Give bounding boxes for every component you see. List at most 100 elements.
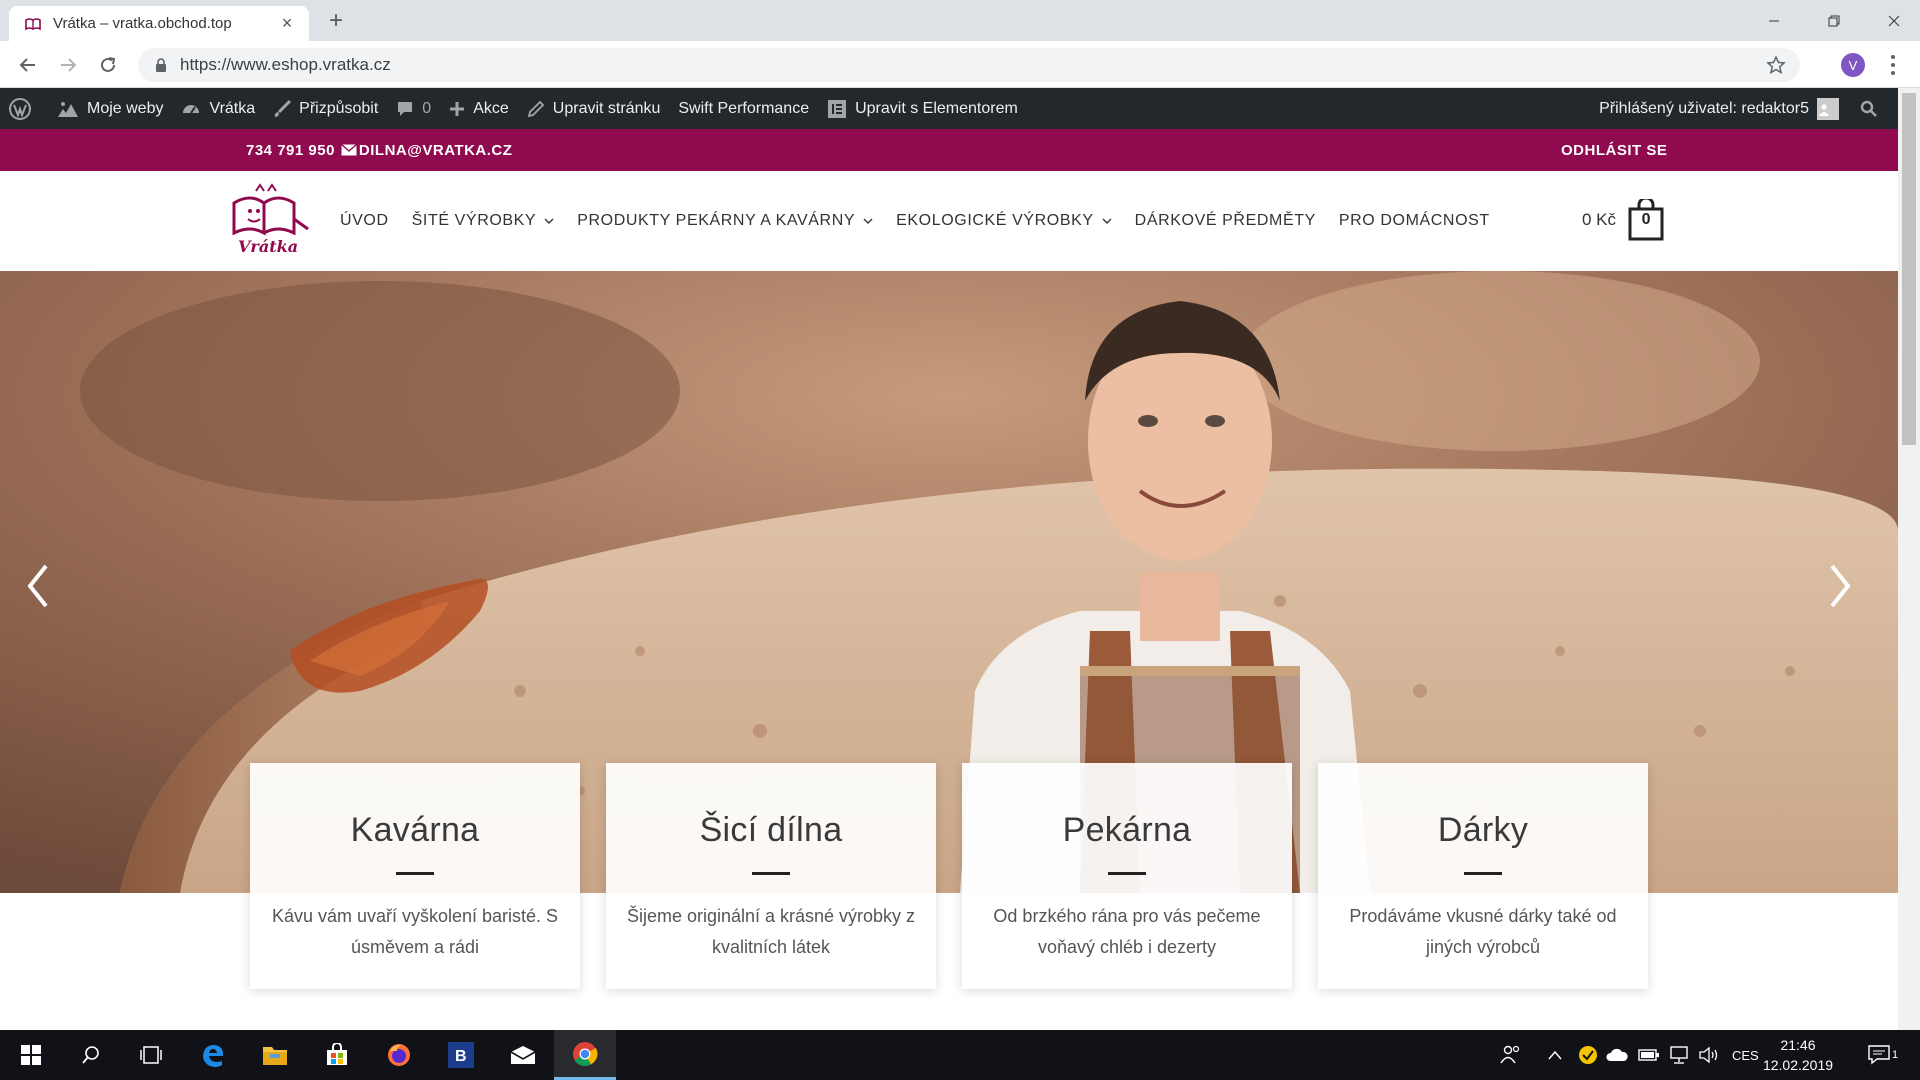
- slider-prev-icon[interactable]: [18, 561, 58, 611]
- page-scrollbar[interactable]: [1898, 88, 1920, 1030]
- nav-item-ekologicke-vyrobky[interactable]: EKOLOGICKÉ VÝROBKY: [896, 212, 1112, 230]
- network-icon[interactable]: [1668, 1030, 1690, 1080]
- admin-bar-account[interactable]: Přihlášený uživatel: redaktor5: [1590, 88, 1848, 129]
- card-divider: [1108, 872, 1146, 875]
- admin-bar-new-content[interactable]: Akce: [440, 88, 518, 129]
- card-text: Prodáváme vkusné dárky také od jiných vý…: [1349, 906, 1617, 957]
- admin-search-icon[interactable]: [1848, 88, 1898, 129]
- dashboard-icon: [183, 104, 200, 114]
- phone-link[interactable]: 734 791 950: [246, 142, 335, 159]
- edge-browser-icon[interactable]: [182, 1030, 244, 1080]
- nav-label: EKOLOGICKÉ VÝROBKY: [896, 212, 1094, 229]
- nav-label: PRODUKTY PEKÁRNY A KAVÁRNY: [577, 212, 856, 229]
- comment-icon: [398, 101, 413, 116]
- new-tab-button[interactable]: +: [322, 8, 350, 36]
- nav-item-darkove-predmety[interactable]: DÁRKOVÉ PŘEDMĚTY: [1135, 212, 1316, 230]
- admin-bar-my-sites[interactable]: Moje weby: [48, 88, 172, 129]
- card-divider: [752, 872, 790, 875]
- browser-tab[interactable]: Vrátka – vratka.obchod.top ×: [9, 6, 309, 41]
- chevron-up-icon[interactable]: [1548, 1030, 1562, 1080]
- logged-in-user-label: Přihlášený uživatel: redaktor5: [1599, 99, 1809, 117]
- file-explorer-icon[interactable]: [244, 1030, 306, 1080]
- bookmark-star-icon[interactable]: [1766, 55, 1786, 75]
- back-icon[interactable]: [12, 49, 44, 81]
- mail-app-icon[interactable]: [492, 1030, 554, 1080]
- nav-item-produkty-pekarny[interactable]: PRODUKTY PEKÁRNY A KAVÁRNY: [577, 212, 873, 230]
- comments-count: 0: [422, 99, 432, 117]
- site-name-label: Vrátka: [209, 99, 256, 117]
- main-navigation: ÚVOD ŠITÉ VÝROBKY PRODUKTY PEKÁRNY A KAV…: [340, 171, 1513, 271]
- language-indicator[interactable]: CES: [1732, 1030, 1759, 1080]
- site-header: Vrátka ÚVOD ŠITÉ VÝROBKY PRODUKTY PEKÁRN…: [0, 171, 1898, 271]
- card-title: Dárky: [1437, 811, 1529, 849]
- chevron-down-icon: [1102, 218, 1112, 224]
- b-app-icon[interactable]: B: [430, 1030, 492, 1080]
- card-divider: [1464, 872, 1502, 875]
- plus-icon: [450, 101, 465, 116]
- admin-bar-edit-page[interactable]: Upravit stránku: [518, 88, 670, 129]
- tab-title: Vrátka – vratka.obchod.top: [53, 15, 232, 32]
- card-divider: [396, 872, 434, 875]
- admin-bar-elementor[interactable]: Upravit s Elementorem: [818, 88, 1027, 129]
- people-icon[interactable]: [1500, 1030, 1522, 1080]
- norton-icon[interactable]: [1578, 1030, 1598, 1080]
- site-logo[interactable]: Vrátka: [228, 181, 318, 261]
- feature-card-pekarna[interactable]: Pekárna Od brzkého rána pro vás pečeme v…: [962, 763, 1292, 989]
- reload-icon[interactable]: [92, 49, 124, 81]
- brush-icon: [274, 99, 292, 117]
- feature-card-kavarna[interactable]: Kavárna Kávu vám uvaří vyškolení baristé…: [250, 763, 580, 989]
- admin-bar-swift-performance[interactable]: Swift Performance: [669, 88, 818, 129]
- firefox-icon[interactable]: [368, 1030, 430, 1080]
- maximize-icon[interactable]: [1804, 0, 1864, 41]
- clock-date: 12.02.2019: [1762, 1057, 1834, 1073]
- store-icon[interactable]: [306, 1030, 368, 1080]
- card-title: Kavárna: [350, 811, 480, 849]
- chrome-taskbar-icon[interactable]: [554, 1030, 616, 1080]
- action-center-icon[interactable]: 1: [1868, 1030, 1898, 1080]
- address-bar[interactable]: https://www.eshop.vratka.cz: [138, 48, 1800, 82]
- sites-icon: [58, 101, 78, 117]
- admin-bar-site-name[interactable]: Vrátka: [172, 88, 264, 129]
- swift-performance-label: Swift Performance: [678, 99, 810, 117]
- nav-item-site-vyrobky[interactable]: ŠITÉ VÝROBKY: [412, 212, 555, 230]
- volume-icon[interactable]: [1698, 1030, 1720, 1080]
- admin-bar-customize[interactable]: Přizpůsobit: [264, 88, 387, 129]
- nav-label: ÚVOD: [340, 212, 389, 229]
- close-window-icon[interactable]: [1864, 0, 1920, 41]
- nav-item-pro-domacnost[interactable]: PRO DOMÁCNOST: [1339, 212, 1490, 230]
- nav-item-uvod[interactable]: ÚVOD: [340, 212, 389, 230]
- browser-toolbar: https://www.eshop.vratka.cz V: [0, 41, 1920, 88]
- search-icon[interactable]: [60, 1030, 122, 1080]
- task-view-icon[interactable]: [120, 1030, 182, 1080]
- feature-card-darky[interactable]: Dárky Prodáváme vkusné dárky také od jin…: [1318, 763, 1648, 989]
- admin-bar-comments[interactable]: 0: [387, 88, 440, 129]
- scrollbar-thumb[interactable]: [1902, 93, 1916, 445]
- chevron-down-icon: [544, 218, 554, 224]
- system-clock[interactable]: 21:46 12.02.2019: [1758, 1035, 1838, 1075]
- logout-link[interactable]: ODHLÁSIT SE: [1561, 129, 1667, 171]
- customize-label: Přizpůsobit: [299, 99, 379, 117]
- forward-icon[interactable]: [52, 49, 84, 81]
- minimize-icon[interactable]: [1744, 0, 1804, 41]
- browser-menu-icon[interactable]: [1890, 55, 1896, 75]
- vratka-favicon-icon: [23, 14, 43, 34]
- cart-button[interactable]: 0 Kč 0: [1582, 199, 1664, 241]
- card-title: Pekárna: [1062, 811, 1192, 849]
- pencil-icon: [527, 100, 545, 117]
- nav-label: DÁRKOVÉ PŘEDMĚTY: [1134, 212, 1316, 229]
- email-link[interactable]: DILNA@VRATKA.CZ: [359, 142, 513, 159]
- onedrive-cloud-icon[interactable]: [1606, 1030, 1628, 1080]
- tab-close-icon[interactable]: ×: [277, 13, 297, 34]
- profile-avatar[interactable]: V: [1841, 53, 1865, 77]
- feature-card-sici-dilna[interactable]: Šicí dílna Šijeme originální a krásné vý…: [606, 763, 936, 989]
- battery-icon[interactable]: [1638, 1030, 1660, 1080]
- wordpress-logo-icon[interactable]: [0, 88, 48, 129]
- windows-start-icon[interactable]: [0, 1030, 62, 1080]
- slider-next-icon[interactable]: [1820, 561, 1860, 611]
- notification-count: 1: [1892, 1049, 1899, 1061]
- logo-text: Vrátka: [238, 237, 299, 256]
- new-content-label: Akce: [473, 99, 509, 117]
- chevron-down-icon: [863, 218, 873, 224]
- wp-admin-bar: Moje weby Vrátka Přizpůsobit 0 Akce Upra…: [0, 88, 1898, 129]
- contact-bar: 734 791 950 DILNA@VRATKA.CZ ODHLÁSIT SE: [0, 129, 1898, 171]
